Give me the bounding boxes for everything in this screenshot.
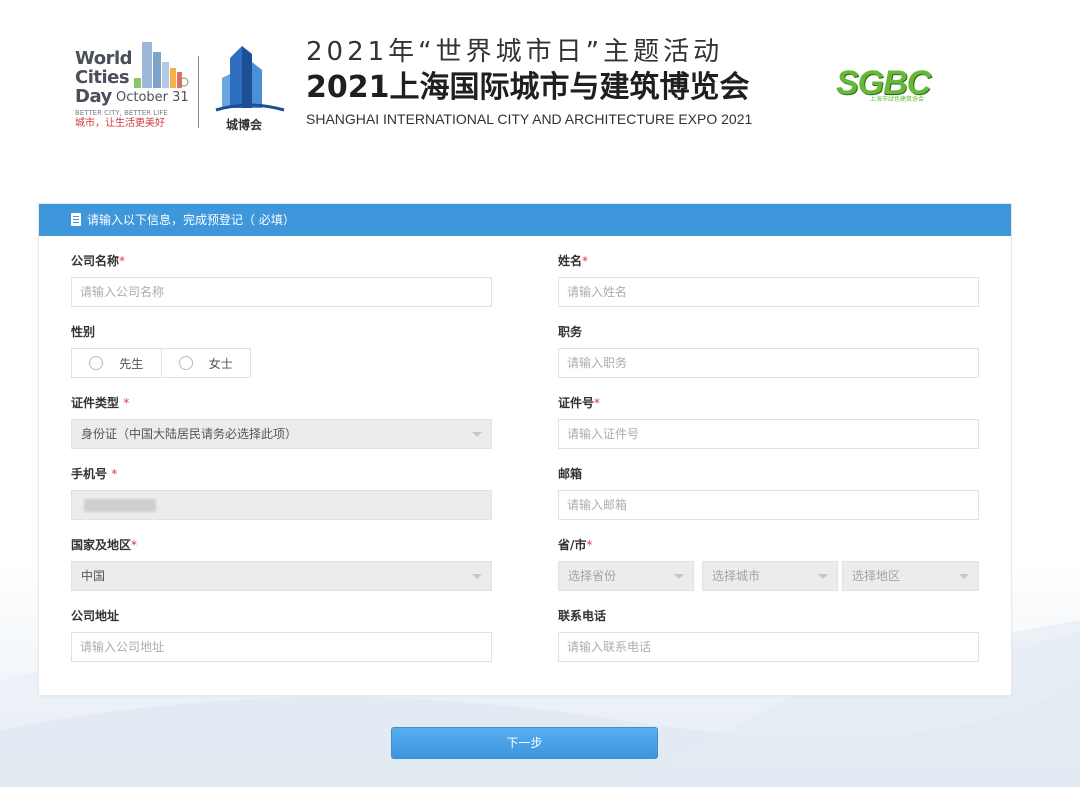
required-mark: * — [586, 538, 593, 552]
page-header: World Cities Day October 31 BETTER CITY,… — [0, 0, 1080, 150]
required-mark: * — [582, 254, 589, 268]
name-label-text: 姓名 — [558, 254, 583, 268]
province-city-label-text: 省/市 — [558, 538, 587, 552]
name-label: 姓名* — [558, 254, 588, 268]
caret-down-icon — [472, 432, 482, 437]
country-label-text: 国家及地区 — [71, 538, 132, 552]
mobile-field-readonly[interactable] — [71, 490, 492, 520]
company-name-label-text: 公司名称 — [71, 254, 120, 268]
company-address-label: 公司地址 — [71, 609, 120, 623]
gender-label: 性别 — [71, 325, 96, 339]
company-name-label: 公司名称* — [71, 254, 125, 268]
company-address-input[interactable] — [71, 632, 492, 662]
id-type-label-text: 证件类型 — [71, 396, 120, 410]
header-divider — [198, 56, 199, 128]
registration-form-card: 请输入以下信息，完成预登记（ 必填） 公司名称* 姓名* 性别 先生 女士 职务… — [38, 203, 1012, 696]
event-title-line1: 2021年“世界城市日”主题活动 — [306, 37, 724, 67]
province-placeholder: 选择省份 — [568, 569, 617, 583]
contact-phone-input[interactable] — [558, 632, 979, 662]
gender-option-mr-label: 先生 — [119, 356, 144, 371]
expo-building-icon — [215, 46, 285, 112]
email-input[interactable] — [558, 490, 979, 520]
caret-down-icon — [472, 574, 482, 579]
mobile-label-text: 手机号 — [71, 467, 108, 481]
event-title-block: 2021年“世界城市日”主题活动 2021上海国际城市与建筑博览会 SHANGH… — [306, 36, 826, 136]
form-header-text: 请输入以下信息，完成预登记（ 必填） — [87, 213, 295, 227]
document-icon — [71, 213, 81, 226]
country-selected-value: 中国 — [81, 569, 106, 583]
province-select[interactable]: 选择省份 — [558, 561, 694, 591]
id-type-select[interactable]: 身份证（中国大陆居民请务必选择此项） — [71, 419, 492, 449]
wcd-date: October 31 — [116, 90, 189, 105]
required-mark: * — [123, 396, 130, 410]
event-title-en: SHANGHAI INTERNATIONAL CITY AND ARCHITEC… — [306, 111, 753, 127]
id-type-label: 证件类型 * — [71, 396, 129, 410]
sgbc-logo-subtext: 上海市绿色建筑协会 — [870, 96, 925, 103]
city-placeholder: 选择城市 — [712, 569, 761, 583]
position-input[interactable] — [558, 348, 979, 378]
gender-radio-group: 先生 女士 — [71, 348, 251, 378]
name-input[interactable] — [558, 277, 979, 307]
id-number-label-text: 证件号 — [558, 396, 595, 410]
gender-option-mr[interactable]: 先生 — [72, 349, 161, 377]
district-placeholder: 选择地区 — [852, 569, 901, 583]
country-select[interactable]: 中国 — [71, 561, 492, 591]
world-cities-day-logo: World Cities Day October 31 BETTER CITY,… — [72, 38, 190, 133]
mobile-value-redacted — [84, 499, 156, 512]
gender-option-ms-label: 女士 — [208, 356, 233, 371]
email-label: 邮箱 — [558, 467, 583, 481]
province-city-label: 省/市* — [558, 538, 592, 552]
event-title-line2: 2021上海国际城市与建筑博览会 — [306, 70, 750, 105]
country-label: 国家及地区* — [71, 538, 137, 552]
sgbc-logo: SGBC 上海市绿色建筑协会 — [836, 66, 976, 106]
next-step-button[interactable]: 下一步 — [391, 727, 658, 759]
company-name-input[interactable] — [71, 277, 492, 307]
skyline-icon — [134, 42, 189, 88]
wcd-word-cities: Cities — [75, 67, 130, 88]
radio-circle-icon[interactable] — [89, 356, 104, 370]
caret-down-icon — [674, 574, 684, 579]
radio-circle-icon[interactable] — [178, 356, 193, 370]
caret-down-icon — [959, 574, 969, 579]
required-mark: * — [111, 467, 118, 481]
gender-option-ms[interactable]: 女士 — [160, 349, 251, 377]
id-type-selected-value: 身份证（中国大陆居民请务必选择此项） — [81, 427, 298, 441]
city-select[interactable]: 选择城市 — [702, 561, 838, 591]
required-mark: * — [594, 396, 601, 410]
required-mark: * — [131, 538, 138, 552]
district-select[interactable]: 选择地区 — [842, 561, 979, 591]
caret-down-icon — [818, 574, 828, 579]
id-number-input[interactable] — [558, 419, 979, 449]
wcd-word-day: Day — [75, 86, 112, 107]
wcd-slogan-cn: 城市，让生活更美好 — [75, 118, 165, 129]
wcd-word-world: World — [75, 48, 133, 69]
contact-phone-label: 联系电话 — [558, 609, 607, 623]
position-label: 职务 — [558, 325, 583, 339]
wcd-slogan-en: BETTER CITY, BETTER LIFE — [75, 109, 168, 117]
expo-logo-text: 城博会 — [226, 118, 263, 132]
required-mark: * — [119, 254, 126, 268]
expo-logo: 城博会 — [212, 44, 288, 134]
id-number-label: 证件号* — [558, 396, 600, 410]
mobile-label: 手机号 * — [71, 467, 117, 481]
form-header-bar: 请输入以下信息，完成预登记（ 必填） — [39, 204, 1011, 236]
